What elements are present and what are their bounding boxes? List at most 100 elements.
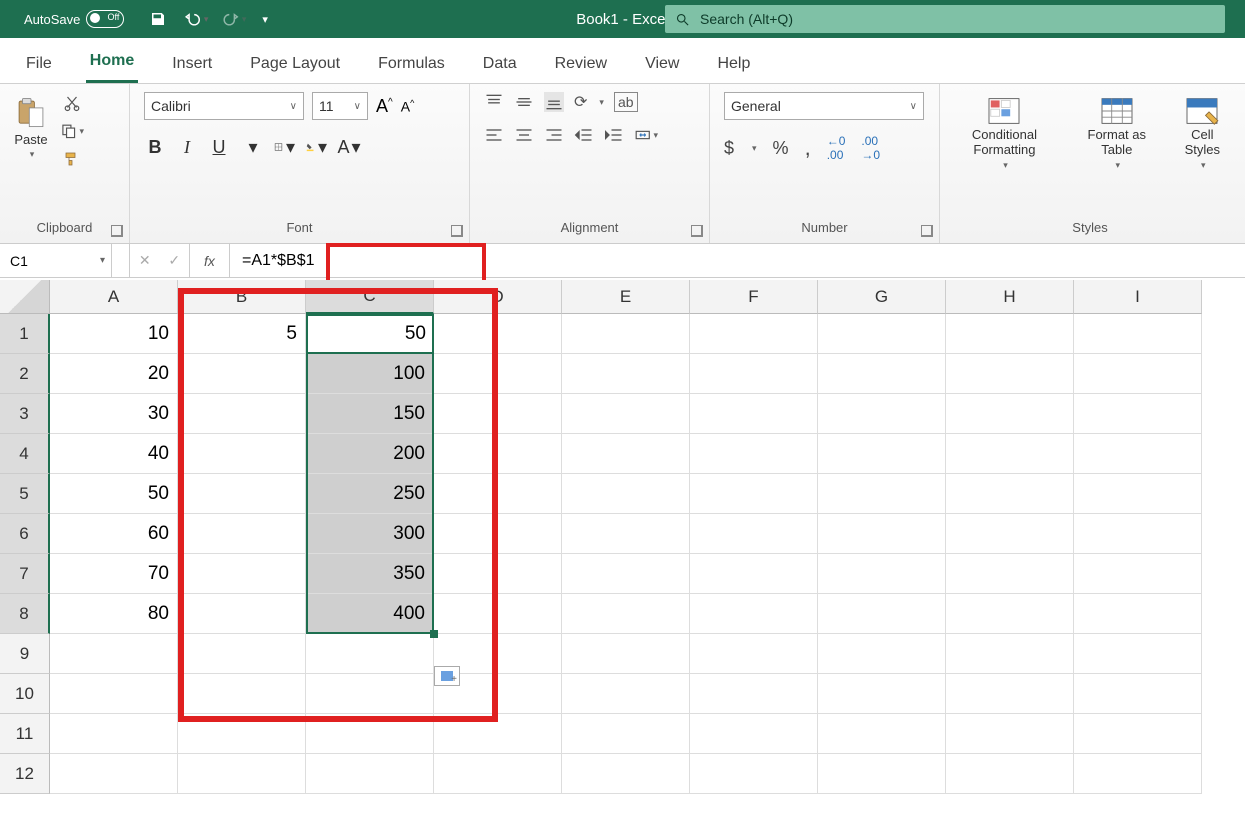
- cell-G12[interactable]: [818, 754, 946, 794]
- cell-C8[interactable]: 400: [306, 594, 434, 634]
- clipboard-dialog-launcher[interactable]: [111, 225, 123, 237]
- cell-H1[interactable]: [946, 314, 1074, 354]
- cell-F11[interactable]: [690, 714, 818, 754]
- borders-icon[interactable]: ▾: [274, 136, 296, 158]
- cell-E4[interactable]: [562, 434, 690, 474]
- cell-D5[interactable]: [434, 474, 562, 514]
- cell-C5[interactable]: 250: [306, 474, 434, 514]
- decrease-indent-icon[interactable]: [574, 125, 594, 145]
- fx-icon[interactable]: fx: [190, 244, 230, 277]
- col-header-H[interactable]: H: [946, 280, 1074, 314]
- cell-I12[interactable]: [1074, 754, 1202, 794]
- spreadsheet-grid[interactable]: ABCDEFGHI 123456789101112 10550201003015…: [0, 280, 1245, 830]
- autofill-options-icon[interactable]: [434, 666, 460, 686]
- cell-E7[interactable]: [562, 554, 690, 594]
- cell-C6[interactable]: 300: [306, 514, 434, 554]
- percent-format-icon[interactable]: %: [773, 138, 789, 159]
- cell-A11[interactable]: [50, 714, 178, 754]
- cell-H10[interactable]: [946, 674, 1074, 714]
- orientation-icon[interactable]: ⟳: [574, 92, 587, 112]
- cell-G8[interactable]: [818, 594, 946, 634]
- cell-B2[interactable]: [178, 354, 306, 394]
- col-header-F[interactable]: F: [690, 280, 818, 314]
- alignment-dialog-launcher[interactable]: [691, 225, 703, 237]
- cell-E12[interactable]: [562, 754, 690, 794]
- name-box[interactable]: C1 ▾: [0, 244, 112, 277]
- align-center-icon[interactable]: [514, 125, 534, 145]
- accounting-format-icon[interactable]: $: [724, 138, 734, 159]
- align-middle-icon[interactable]: [514, 92, 534, 112]
- cell-A2[interactable]: 20: [50, 354, 178, 394]
- row-header-1[interactable]: 1: [0, 314, 50, 354]
- increase-indent-icon[interactable]: [604, 125, 624, 145]
- row-header-6[interactable]: 6: [0, 514, 50, 554]
- cell-B10[interactable]: [178, 674, 306, 714]
- row-header-11[interactable]: 11: [0, 714, 50, 754]
- cell-G10[interactable]: [818, 674, 946, 714]
- cell-B11[interactable]: [178, 714, 306, 754]
- cell-D8[interactable]: [434, 594, 562, 634]
- col-header-A[interactable]: A: [50, 280, 178, 314]
- format-as-table-button[interactable]: Format as Table▾: [1081, 92, 1153, 171]
- save-icon[interactable]: [146, 8, 170, 30]
- cell-I6[interactable]: [1074, 514, 1202, 554]
- row-header-8[interactable]: 8: [0, 594, 50, 634]
- select-all-corner[interactable]: [0, 280, 50, 314]
- decrease-decimal-icon[interactable]: .00→0: [861, 134, 880, 162]
- cell-E1[interactable]: [562, 314, 690, 354]
- cell-I11[interactable]: [1074, 714, 1202, 754]
- col-header-G[interactable]: G: [818, 280, 946, 314]
- font-name-combo[interactable]: Calibri∨: [144, 92, 304, 120]
- row-header-2[interactable]: 2: [0, 354, 50, 394]
- cell-D12[interactable]: [434, 754, 562, 794]
- cell-H6[interactable]: [946, 514, 1074, 554]
- formula-input[interactable]: =A1*$B$1: [230, 244, 1245, 277]
- cell-E2[interactable]: [562, 354, 690, 394]
- row-header-12[interactable]: 12: [0, 754, 50, 794]
- cell-F10[interactable]: [690, 674, 818, 714]
- cell-C1[interactable]: 50: [306, 314, 434, 354]
- wrap-text-icon[interactable]: ab: [614, 92, 638, 112]
- font-size-combo[interactable]: 11∨: [312, 92, 368, 120]
- cell-F5[interactable]: [690, 474, 818, 514]
- cell-H2[interactable]: [946, 354, 1074, 394]
- cell-D1[interactable]: [434, 314, 562, 354]
- cell-I1[interactable]: [1074, 314, 1202, 354]
- cell-E11[interactable]: [562, 714, 690, 754]
- cell-H12[interactable]: [946, 754, 1074, 794]
- cell-A1[interactable]: 10: [50, 314, 178, 354]
- bold-button[interactable]: B: [144, 137, 166, 158]
- cell-E6[interactable]: [562, 514, 690, 554]
- cell-F3[interactable]: [690, 394, 818, 434]
- cell-E3[interactable]: [562, 394, 690, 434]
- shrink-font-icon[interactable]: A^: [401, 98, 415, 115]
- cut-icon[interactable]: [60, 92, 84, 114]
- cell-I8[interactable]: [1074, 594, 1202, 634]
- cell-I9[interactable]: [1074, 634, 1202, 674]
- cell-G3[interactable]: [818, 394, 946, 434]
- cell-C4[interactable]: 200: [306, 434, 434, 474]
- fill-handle[interactable]: [430, 630, 438, 638]
- cell-A8[interactable]: 80: [50, 594, 178, 634]
- cell-F7[interactable]: [690, 554, 818, 594]
- tab-home[interactable]: Home: [86, 44, 138, 83]
- comma-format-icon[interactable]: ,: [805, 135, 811, 161]
- cell-C9[interactable]: [306, 634, 434, 674]
- cell-C12[interactable]: [306, 754, 434, 794]
- cell-B4[interactable]: [178, 434, 306, 474]
- tab-help[interactable]: Help: [713, 47, 754, 83]
- cell-styles-button[interactable]: Cell Styles▾: [1179, 92, 1226, 171]
- align-top-icon[interactable]: [484, 92, 504, 112]
- cell-F8[interactable]: [690, 594, 818, 634]
- cell-D4[interactable]: [434, 434, 562, 474]
- cell-I7[interactable]: [1074, 554, 1202, 594]
- col-header-C[interactable]: C: [306, 280, 434, 314]
- tab-insert[interactable]: Insert: [168, 47, 216, 83]
- cell-B7[interactable]: [178, 554, 306, 594]
- col-header-I[interactable]: I: [1074, 280, 1202, 314]
- cell-F4[interactable]: [690, 434, 818, 474]
- autosave-toggle[interactable]: AutoSave Off: [24, 10, 124, 28]
- cell-B8[interactable]: [178, 594, 306, 634]
- cancel-formula-icon[interactable]: ✕: [139, 252, 151, 269]
- cell-B1[interactable]: 5: [178, 314, 306, 354]
